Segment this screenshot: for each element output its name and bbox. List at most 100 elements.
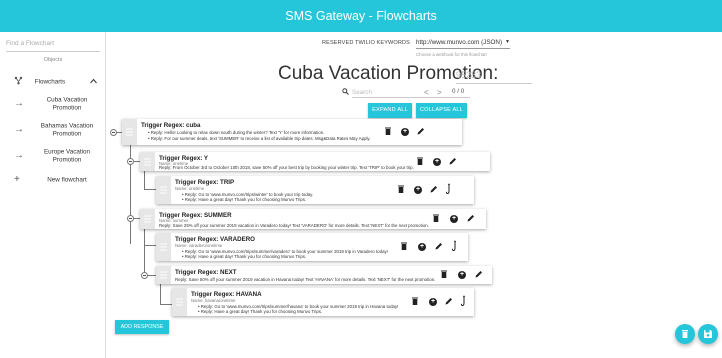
add-circle-icon[interactable]: + — [418, 243, 426, 251]
node-reply-text: Reply: Have a great day! Thank you for c… — [200, 309, 323, 314]
collapse-toggle-y[interactable] — [127, 158, 134, 165]
add-circle-icon[interactable]: + — [450, 215, 458, 223]
trash-icon[interactable] — [417, 157, 423, 167]
tree-connector — [144, 189, 156, 190]
trash-icon[interactable] — [433, 214, 439, 224]
node-reply-text: Reply: Hello! Looking to relax down sout… — [150, 130, 325, 135]
drag-handle[interactable] — [140, 152, 155, 171]
sidebar-item-cuba[interactable]: → Cuba Vacation Promotion — [0, 91, 106, 117]
collapse-toggle-next[interactable] — [141, 272, 148, 279]
pencil-icon[interactable] — [417, 127, 425, 137]
arrow-right-icon: → — [14, 150, 24, 161]
webhook-select[interactable]: http://www.munvo.com (JSON) ▼ — [416, 37, 510, 49]
tree-connector — [144, 168, 145, 189]
expand-all-button[interactable]: EXPAND ALL — [368, 103, 412, 118]
trash-icon[interactable] — [401, 242, 407, 252]
sidebar-item-bahamas[interactable]: → Bahamas Vacation Promotion — [0, 117, 106, 143]
sidebar-section-label: Objects — [43, 57, 63, 63]
trash-icon[interactable] — [385, 127, 391, 137]
node-name: Name: varadero/onetime — [175, 243, 223, 248]
node-title: Trigger Regex: VARADERO — [175, 236, 255, 243]
keywords-label: RESERVED TWILIO KEYWORDS — [322, 40, 410, 46]
node-reply: • Reply: Have a great day! Thank you for… — [182, 254, 307, 259]
arrow-right-icon: → — [14, 98, 24, 109]
chevron-up-icon — [90, 78, 97, 86]
hook-icon[interactable] — [451, 240, 458, 254]
sidebar-item-label: Europe Vacation Promotion — [43, 148, 91, 164]
collapse-all-button[interactable]: COLLAPSE ALL — [416, 103, 467, 118]
add-circle-icon[interactable]: + — [433, 157, 441, 166]
node-name: Name: onetime — [175, 186, 205, 191]
node-reply: • Reply: Have a great day! Thank you for… — [182, 197, 307, 202]
sidebar-item-label: Cuba Vacation Promotion — [46, 96, 88, 112]
flow-node-havana: Trigger Regex: HAVANA Name: havana/oneti… — [172, 288, 474, 316]
app-title: SMS Gateway - Flowcharts — [285, 9, 437, 23]
node-title: Trigger Regex: TRIP — [175, 179, 235, 186]
node-reply: • Reply: Have a great day! Thank you for… — [198, 309, 323, 314]
flow-node-y: Trigger Regex: Y Name: onetime Reply: Fr… — [140, 152, 490, 171]
webhook-hint: Choose a webhook for this flowchart — [416, 52, 487, 57]
pencil-icon[interactable] — [430, 185, 438, 195]
pencil-icon[interactable] — [435, 242, 443, 252]
tree-connector — [160, 282, 161, 304]
arrow-right-icon: → — [14, 124, 24, 135]
flow-node-trip: Trigger Regex: TRIP Name: onetime • Repl… — [156, 176, 474, 204]
node-name: Name: havana/onetime — [191, 298, 236, 303]
add-circle-icon[interactable]: + — [458, 271, 466, 279]
sidebar-item-europe[interactable]: → Europe Vacation Promotion — [0, 143, 106, 169]
pencil-icon[interactable] — [445, 297, 453, 307]
flow-node-cuba: Trigger Regex: cuba • Reply: Hello! Look… — [122, 119, 462, 145]
node-reply: • Reply: For our summer deals, text 'SUM… — [148, 136, 371, 141]
trash-icon[interactable] — [412, 297, 418, 307]
flow-node-summer: Trigger Regex: SUMMER Name: summer Reply… — [140, 209, 486, 229]
tree-connector — [160, 304, 172, 305]
search-icon — [342, 88, 349, 97]
node-title: Trigger Regex: NEXT — [175, 269, 237, 276]
app-header: SMS Gateway - Flowcharts — [0, 0, 722, 32]
node-reply: Reply: Save 50% off your summer 2019 vac… — [175, 277, 436, 282]
pencil-icon[interactable] — [449, 157, 457, 167]
find-flowchart-input[interactable] — [6, 36, 100, 52]
add-circle-icon[interactable]: + — [429, 298, 437, 306]
hook-icon[interactable] — [460, 295, 467, 309]
sidebar-group-label: Flowcharts — [34, 78, 66, 86]
collapse-toggle-cuba[interactable] — [110, 129, 117, 136]
sidebar-item-new-flowchart[interactable]: + New flowchart — [0, 167, 106, 193]
tree-connector — [144, 245, 156, 246]
hook-icon[interactable] — [445, 183, 452, 197]
search-prev-button[interactable]: < — [424, 88, 429, 97]
search-next-button[interactable]: > — [437, 88, 442, 97]
drag-handle[interactable] — [156, 233, 171, 261]
sidebar-item-label: Bahamas Vacation Promotion — [40, 122, 94, 138]
plus-icon: + — [14, 174, 20, 185]
trash-icon[interactable] — [398, 185, 404, 195]
flowchart-id-field[interactable]: 95283 — [456, 70, 532, 84]
node-reply-text: Reply: Have a great day! Thank you for c… — [184, 197, 307, 202]
node-reply-text: Reply: For our summer deals, text 'SUMME… — [150, 136, 371, 141]
sidebar-item-label: New flowchart — [47, 176, 87, 184]
node-title: Trigger Regex: cuba — [141, 122, 201, 129]
add-circle-icon[interactable]: + — [401, 128, 409, 136]
sidebar: Objects Flowcharts → Cuba Vacation Promo… — [0, 32, 106, 358]
node-reply: Reply: Save 25% off your summer 2019 vac… — [159, 223, 429, 228]
drag-handle[interactable] — [156, 176, 171, 204]
drag-handle[interactable] — [156, 266, 171, 284]
node-reply: • Reply: Hello! Looking to relax down so… — [148, 130, 325, 135]
collapse-toggle-summer[interactable] — [127, 215, 134, 222]
add-circle-icon[interactable]: + — [414, 186, 422, 194]
save-flowchart-button[interactable] — [698, 324, 718, 344]
node-reply: Reply: From October 3rd to October 10th … — [159, 165, 414, 170]
tree-icon — [14, 76, 23, 88]
tree-connector — [130, 141, 131, 244]
add-response-button[interactable]: ADD RESPONSE — [115, 320, 169, 334]
drag-handle[interactable] — [140, 209, 155, 229]
trash-icon[interactable] — [441, 270, 447, 280]
pencil-icon[interactable] — [475, 270, 483, 280]
tree-connector — [144, 225, 145, 275]
delete-flowchart-button[interactable] — [675, 324, 695, 344]
drag-handle[interactable] — [172, 288, 187, 316]
caret-down-icon: ▼ — [505, 39, 510, 45]
node-title: Trigger Regex: HAVANA — [191, 291, 262, 298]
pencil-icon[interactable] — [467, 214, 475, 224]
drag-handle[interactable] — [122, 119, 137, 145]
